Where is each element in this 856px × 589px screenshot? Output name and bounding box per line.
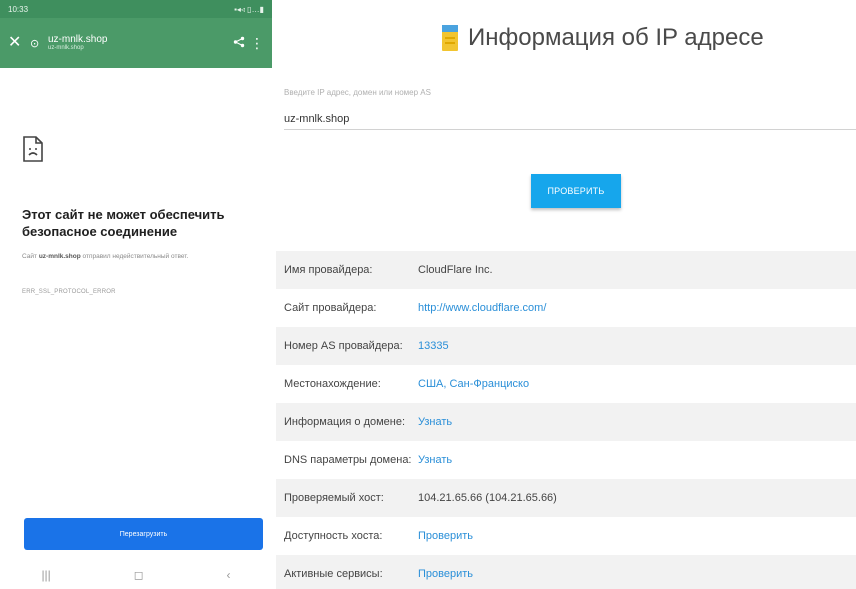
status-icons: ▪◂◃ ▯…▮ [234,4,264,14]
info-label: Местонахождение: [284,378,381,390]
phone-screen: 10:33 ▪◂◃ ▯…▮ ✕ ⊙ uz-mnlk.shop uz-mnlk.s… [0,0,272,589]
error-desc-prefix: Сайт [22,253,37,260]
error-desc-site: uz-mnlk.shop [38,253,81,260]
info-value-link[interactable]: США, Сан-Франциско [418,378,856,390]
info-row: Доступность хоста: Проверить [276,517,856,555]
reload-button[interactable]: Перезагрузить [24,518,263,550]
error-description: Сайт uz-mnlk.shop отправил недействитель… [22,252,262,262]
info-row: Проверяемый хост: 104.21.65.66 (104.21.65… [276,479,856,517]
info-table: Имя провайдера: CloudFlare Inc. Сайт прова… [276,251,856,589]
info-row: Сайт провайдера: http://www.cloudflare.co… [276,289,856,327]
info-value-link[interactable]: http://www.cloudflare.com/ [418,302,856,314]
info-row: Номер AS провайдера: 13335 [276,327,856,365]
info-value-link[interactable]: Узнать [418,454,856,466]
info-row: Имя провайдера: CloudFlare Inc. [276,251,856,289]
site-info-icon[interactable]: ⊙ [30,37,44,50]
info-row: Местонахождение: США, Сан-Франциско [276,365,856,403]
ip-input[interactable] [284,108,856,130]
info-row: Активные сервисы: Проверить [276,555,856,589]
info-value: CloudFlare Inc. [418,264,493,276]
info-value-link[interactable]: Проверить [418,530,856,542]
share-icon[interactable] [228,35,250,51]
error-title: Этот сайт не может обеспечить безопасное… [22,207,225,239]
info-label: Доступность хоста: [284,530,383,542]
info-label: Проверяемый хост: [284,492,384,504]
info-value-link[interactable]: Проверить [418,568,856,580]
status-time: 10:33 [8,4,29,14]
browser-app-bar: ✕ ⊙ uz-mnlk.shop uz-mnlk.shop ⋮ [0,18,272,68]
page-title: Информация об IP адресе [468,24,764,51]
close-icon[interactable]: ✕ [8,35,26,51]
info-row: DNS параметры домена: Узнать [276,441,856,479]
info-label: DNS параметры домена: [284,454,412,466]
info-label: Информация о домене: [284,416,406,428]
page-header: Информация об IP адресе [440,18,764,58]
error-desc-suffix: отправил недействительный ответ. [82,253,189,260]
back-icon[interactable]: ‹ [227,568,231,582]
android-nav-bar: ||| ◻ ‹ [0,560,272,589]
info-label: Сайт провайдера: [284,302,377,314]
url-block[interactable]: uz-mnlk.shop uz-mnlk.shop [48,33,228,52]
url-main: uz-mnlk.shop [48,33,108,45]
ip-logo-icon [442,25,458,51]
info-row: Информация о домене: Узнать [276,403,856,441]
more-vert-icon[interactable]: ⋮ [250,35,264,52]
ip-input-label: Введите IP адрес, домен или номер AS [284,88,431,97]
check-button[interactable]: ПРОВЕРИТЬ [531,174,621,208]
info-label: Активные сервисы: [284,568,383,580]
url-sub: uz-mnlk.shop [48,45,84,52]
info-value-link[interactable]: Узнать [418,416,856,428]
broken-page-icon [23,136,43,162]
recent-apps-icon[interactable]: ||| [41,568,50,582]
error-code: ERR_SSL_PROTOCOL_ERROR [22,289,116,295]
info-value: 104.21.65.66 (104.21.65.66) [418,492,557,504]
info-value-link[interactable]: 13335 [418,340,856,352]
info-label: Имя провайдера: [284,264,373,276]
info-label: Номер AS провайдера: [284,340,403,352]
home-icon[interactable]: ◻ [134,568,144,582]
status-bar: 10:33 ▪◂◃ ▯…▮ [0,0,272,18]
